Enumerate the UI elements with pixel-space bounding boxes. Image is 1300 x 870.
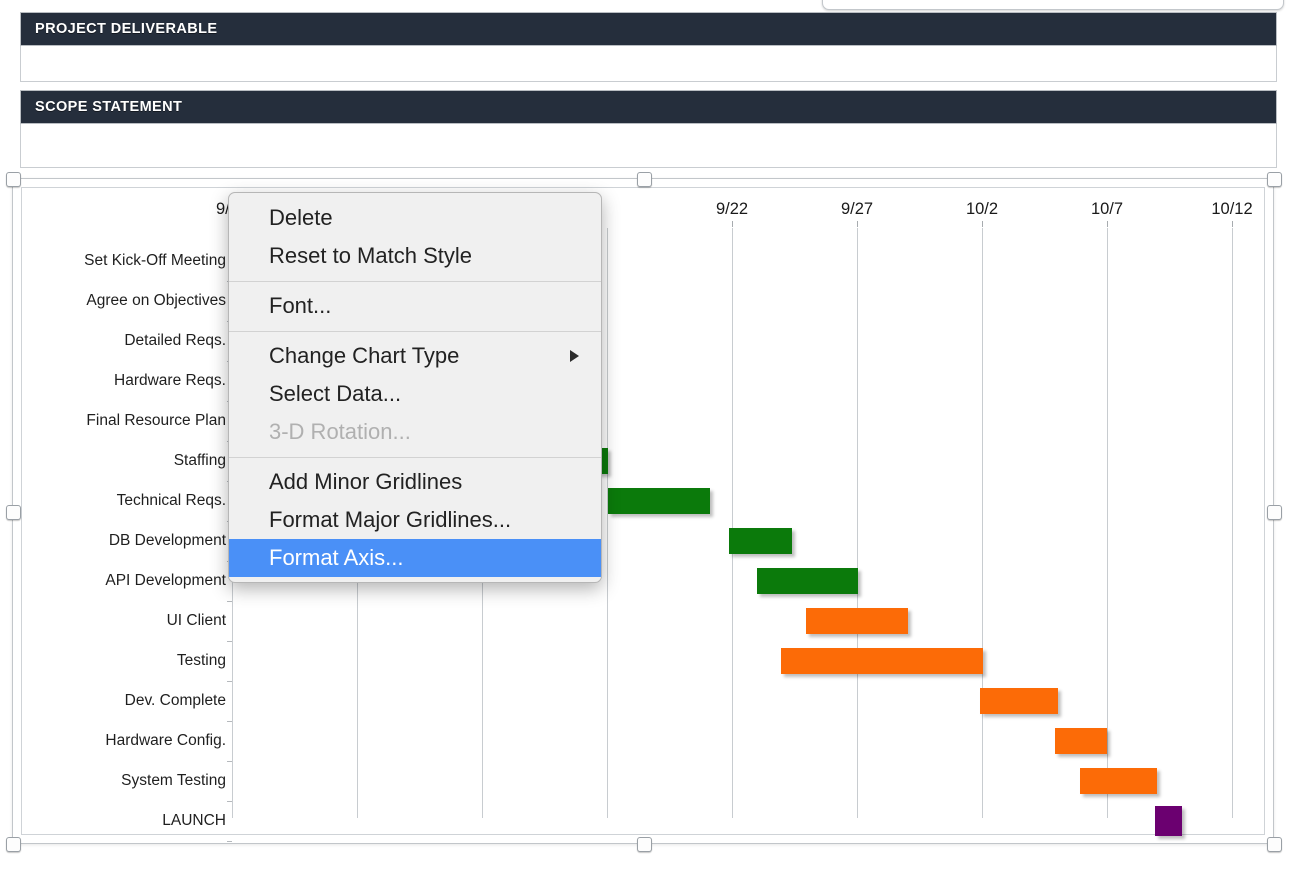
gantt-bar[interactable]	[729, 528, 792, 554]
category-axis-tick-label: Staffing	[36, 452, 226, 470]
category-axis-tick-label: Set Kick-Off Meeting	[36, 252, 226, 270]
gantt-bar[interactable]	[1155, 806, 1182, 836]
handle-top-right[interactable]	[1267, 172, 1282, 187]
gantt-bar[interactable]	[1055, 728, 1107, 754]
category-axis-tick-mark	[227, 721, 232, 722]
category-axis-tick-label: LAUNCH	[36, 812, 226, 830]
category-axis-tick-mark	[227, 761, 232, 762]
gantt-bar[interactable]	[806, 608, 908, 634]
context-menu-item-format-axis[interactable]: Format Axis...	[229, 539, 601, 577]
category-axis-tick-label: Final Resource Plan	[36, 412, 226, 430]
category-axis-labels: Set Kick-Off Meeting Agree on Objectives D…	[36, 228, 226, 818]
context-menu-item-label: Format Major Gridlines...	[269, 507, 511, 532]
category-axis-tick-label: Hardware Config.	[36, 732, 226, 750]
top-right-partial-widget	[822, 0, 1284, 10]
category-axis-tick-label: UI Client	[36, 612, 226, 630]
category-axis-tick-label: Dev. Complete	[36, 692, 226, 710]
x-axis-tick-mark	[1232, 221, 1233, 227]
x-axis-tick-label: 9/27	[841, 200, 873, 219]
handle-top-left[interactable]	[6, 172, 21, 187]
category-axis-tick-label: Technical Reqs.	[36, 492, 226, 510]
handle-bottom-center[interactable]	[637, 837, 652, 852]
scope-statement-header-label: SCOPE STATEMENT	[35, 99, 182, 115]
x-axis-tick-mark	[857, 221, 858, 227]
context-menu-item-font[interactable]: Font...	[229, 287, 601, 325]
chart-context-menu[interactable]: Delete Reset to Match Style Font... Change …	[228, 192, 602, 583]
gantt-bar[interactable]	[980, 688, 1058, 714]
gantt-bar[interactable]	[781, 648, 983, 674]
category-axis-tick-label: Hardware Reqs.	[36, 372, 226, 390]
category-axis-tick-mark	[227, 641, 232, 642]
category-axis-tick-mark	[227, 841, 232, 842]
x-axis-tick-mark	[1107, 221, 1108, 227]
context-menu-item-select-data[interactable]: Select Data...	[229, 375, 601, 413]
context-menu-separator	[229, 281, 601, 282]
app-root: PROJECT DELIVERABLE SCOPE STATEMENT Set …	[0, 0, 1300, 870]
context-menu-item-reset-to-match-style[interactable]: Reset to Match Style	[229, 237, 601, 275]
context-menu-item-label: 3-D Rotation...	[269, 419, 411, 444]
context-menu-item-label: Select Data...	[269, 381, 401, 406]
context-menu-item-label: Add Minor Gridlines	[269, 469, 462, 494]
handle-middle-left[interactable]	[6, 505, 21, 520]
gantt-bar[interactable]	[757, 568, 858, 594]
x-axis-tick-mark	[982, 221, 983, 227]
x-gridline	[857, 228, 858, 818]
gantt-bar[interactable]	[608, 488, 710, 514]
handle-middle-right[interactable]	[1267, 505, 1282, 520]
gantt-chart-object[interactable]: Set Kick-Off MeetingAgree on ObjectivesD…	[12, 178, 1274, 844]
category-axis-tick-label: Detailed Reqs.	[36, 332, 226, 350]
category-axis-tick-label: Testing	[36, 652, 226, 670]
context-menu-item-label: Change Chart Type	[269, 343, 459, 368]
context-menu-item-label: Font...	[269, 293, 331, 318]
context-menu-item-format-major-gridlines[interactable]: Format Major Gridlines...	[229, 501, 601, 539]
category-axis-tick-mark	[227, 681, 232, 682]
category-axis-tick-label: Agree on Objectives	[36, 292, 226, 310]
handle-top-center[interactable]	[637, 172, 652, 187]
x-gridline	[982, 228, 983, 818]
category-axis-tick-label: API Development	[36, 572, 226, 590]
context-menu-separator	[229, 457, 601, 458]
x-gridline	[1232, 228, 1233, 818]
project-deliverable-header-label: PROJECT DELIVERABLE	[35, 21, 217, 37]
context-menu-separator	[229, 331, 601, 332]
handle-bottom-left[interactable]	[6, 837, 21, 852]
category-axis-tick-label: System Testing	[36, 772, 226, 790]
context-menu-item-label: Delete	[269, 205, 333, 230]
context-menu-item-delete[interactable]: Delete	[229, 199, 601, 237]
x-axis-tick-label: 10/2	[966, 200, 998, 219]
x-gridline	[1107, 228, 1108, 818]
chart-plot-frame: Set Kick-Off MeetingAgree on ObjectivesD…	[21, 187, 1265, 835]
project-deliverable-value-cell[interactable]	[20, 46, 1277, 82]
scope-statement-value-cell[interactable]	[20, 124, 1277, 168]
category-axis-tick-mark	[227, 601, 232, 602]
handle-bottom-right[interactable]	[1267, 837, 1282, 852]
category-axis-tick-label: DB Development	[36, 532, 226, 550]
x-gridline	[607, 228, 608, 818]
context-menu-item-label: Reset to Match Style	[269, 243, 472, 268]
context-menu-item-add-minor-gridlines[interactable]: Add Minor Gridlines	[229, 463, 601, 501]
scope-statement-header: SCOPE STATEMENT	[20, 90, 1277, 124]
x-axis-tick-label: 10/7	[1091, 200, 1123, 219]
x-gridline	[732, 228, 733, 818]
x-axis-tick-label: 10/12	[1211, 200, 1252, 219]
x-axis-tick-mark	[732, 221, 733, 227]
context-menu-item-3-d-rotation: 3-D Rotation...	[229, 413, 601, 451]
x-axis-tick-label: 9/22	[716, 200, 748, 219]
submenu-arrow-icon	[570, 350, 579, 362]
context-menu-item-change-chart-type[interactable]: Change Chart Type	[229, 337, 601, 375]
gantt-bar[interactable]	[1080, 768, 1157, 794]
project-deliverable-header: PROJECT DELIVERABLE	[20, 12, 1277, 46]
context-menu-item-label: Format Axis...	[269, 545, 403, 570]
category-axis-tick-mark	[227, 801, 232, 802]
